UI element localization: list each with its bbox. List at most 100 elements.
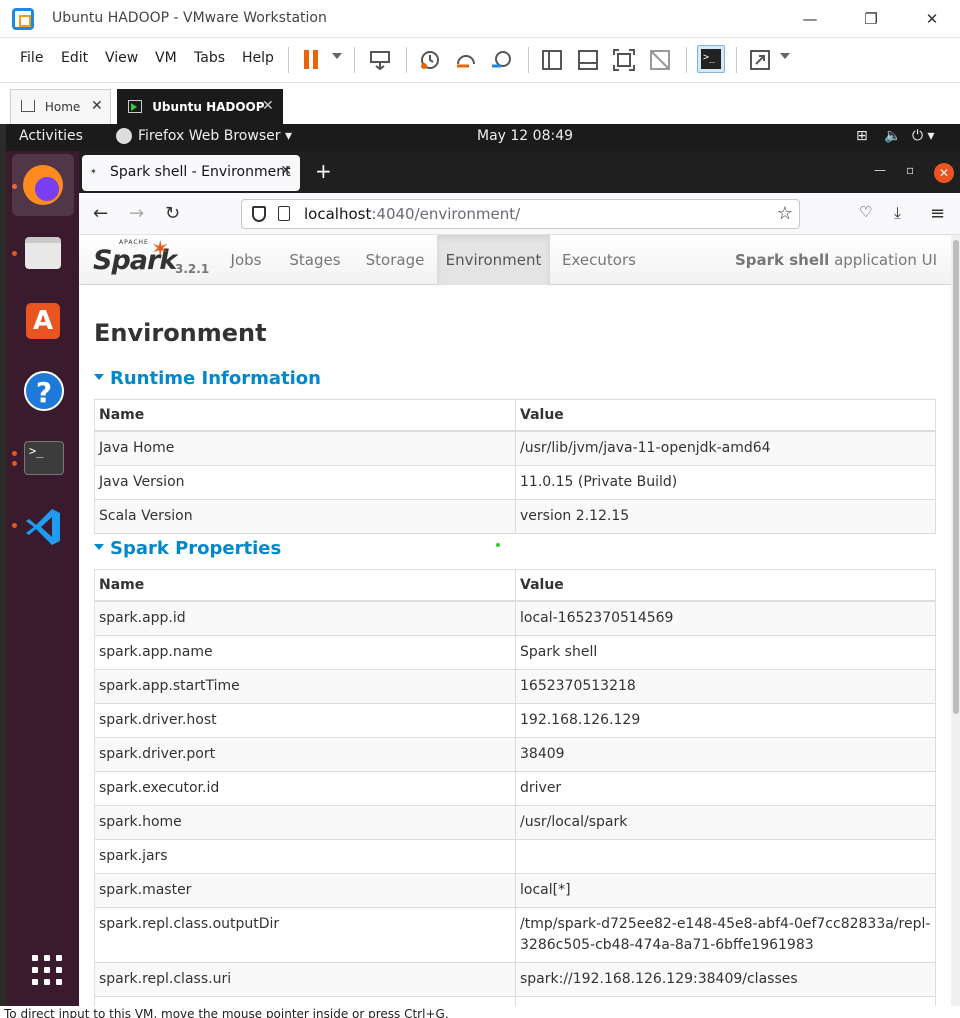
send-ctrl-alt-del-icon[interactable] (368, 48, 392, 72)
properties-section-toggle[interactable]: Spark Properties (94, 538, 281, 559)
table-row: spark.app.id local-1652370514569 (94, 600, 936, 636)
page-info-icon[interactable] (278, 206, 290, 221)
pause-icon[interactable] (300, 48, 324, 72)
app-menu[interactable]: Firefox Web Browser ▾ (138, 128, 292, 144)
stretch-dropdown-icon[interactable] (780, 53, 790, 59)
url-host: localhost (304, 205, 372, 223)
downloads-icon[interactable]: ⤓ (894, 203, 901, 223)
cell-value: Spark shell (515, 635, 936, 670)
console-view-button[interactable]: >_ (697, 45, 725, 73)
runtime-section-toggle[interactable]: Runtime Information (94, 368, 321, 389)
snapshot-icon[interactable] (418, 48, 442, 72)
browser-tab[interactable]: ✶ Spark shell - Environment ✕ (82, 155, 300, 191)
menu-tabs[interactable]: Tabs (194, 50, 225, 66)
vmware-titlebar: Ubuntu HADOOP - VMware Workstation — ❐ ✕ (0, 0, 960, 38)
menu-file[interactable]: File (20, 50, 43, 66)
unity-mode-icon[interactable] (648, 48, 672, 72)
show-applications-button[interactable] (12, 937, 74, 999)
minimize-icon[interactable]: — (796, 6, 824, 32)
menu-vm[interactable]: VM (155, 50, 177, 66)
cell-value: /tmp/spark-d725ee82-e148-45e8-abf4-0ef7c… (515, 907, 936, 963)
close-icon[interactable]: ✕ (918, 6, 946, 32)
dock-firefox[interactable] (12, 154, 74, 216)
cell-name: spark.app.startTime (94, 669, 516, 704)
cell-value: FIFO (515, 996, 936, 1006)
window-title: Ubuntu HADOOP - VMware Workstation (52, 10, 327, 26)
column-header-name[interactable]: Name (94, 399, 516, 432)
table-row: spark.app.startTime 1652370513218 (94, 669, 936, 704)
tab-close-icon[interactable]: ✕ (280, 163, 292, 179)
maximize-icon[interactable]: ❐ (857, 6, 885, 32)
back-icon[interactable]: ← (93, 203, 108, 224)
nav-jobs[interactable]: Jobs (215, 235, 277, 285)
bookmark-star-icon[interactable]: ☆ (777, 203, 793, 224)
column-header-value[interactable]: Value (515, 399, 936, 432)
app-grid-icon (32, 955, 62, 985)
full-screen-icon[interactable] (612, 48, 636, 72)
clock[interactable]: May 12 08:49 (477, 128, 573, 144)
activities-button[interactable]: Activities (19, 128, 83, 144)
cell-value: 11.0.15 (Private Build) (515, 465, 936, 500)
snapshot-manager-icon[interactable] (490, 48, 514, 72)
menu-edit[interactable]: Edit (61, 50, 88, 66)
tab-ubuntu-hadoop[interactable]: Ubuntu HADOOP ✕ (117, 89, 283, 125)
nav-stages[interactable]: Stages (281, 235, 349, 285)
revert-snapshot-icon[interactable] (454, 48, 478, 72)
cell-name: Scala Version (94, 499, 516, 534)
table-row: spark.master local[*] (94, 873, 936, 908)
cell-name: spark.app.id (94, 600, 516, 636)
nav-storage[interactable]: Storage (359, 235, 431, 285)
dock-software[interactable]: A (12, 291, 74, 353)
table-row: spark.driver.port 38409 (94, 737, 936, 772)
network-icon[interactable]: ⊞ (856, 128, 868, 144)
table-row: spark.repl.class.outputDir/tmp/spark-d72… (94, 907, 936, 963)
table-header: Name Value (94, 569, 936, 602)
tab-close-icon[interactable]: ✕ (91, 98, 103, 114)
nav-executors[interactable]: Executors (556, 235, 642, 285)
menu-icon[interactable]: ≡ (930, 203, 945, 224)
table-row: spark.app.name Spark shell (94, 635, 936, 670)
vmware-tabbar: Home ✕ Ubuntu HADOOP ✕ (0, 82, 960, 125)
dock-terminal[interactable]: >_ (12, 427, 74, 489)
menu-help[interactable]: Help (242, 50, 274, 66)
tab-close-icon[interactable]: ✕ (262, 98, 274, 114)
column-header-value[interactable]: Value (515, 569, 936, 602)
cell-value: 192.168.126.129 (515, 703, 936, 738)
minimize-icon[interactable]: — (874, 163, 886, 177)
power-icon[interactable]: ⏻ ▾ (912, 128, 935, 144)
spark-favicon-icon: ✶ (90, 167, 97, 176)
stretch-guest-icon[interactable] (748, 48, 772, 72)
collapse-caret-icon (94, 374, 104, 380)
cell-name: spark.driver.host (94, 703, 516, 738)
table-row: spark.home/usr/local/spark (94, 805, 936, 840)
pocket-icon[interactable]: ♡ (859, 203, 872, 221)
close-icon[interactable]: ✕ (934, 163, 954, 183)
dock-vscode[interactable] (12, 495, 74, 557)
dock-files[interactable] (12, 223, 74, 285)
forward-icon[interactable]: → (129, 203, 144, 224)
new-tab-icon[interactable]: + (315, 159, 332, 183)
column-header-name[interactable]: Name (94, 569, 516, 602)
reload-icon[interactable]: ↻ (165, 203, 180, 224)
table-row: spark.repl.class.uri spark://192.168.126.… (94, 962, 936, 997)
url-text[interactable]: localhost:4040/environment/ (304, 205, 520, 223)
table-row: spark.driver.host 192.168.126.129 (94, 703, 936, 738)
thumbnail-bar-icon[interactable] (576, 48, 600, 72)
tab-home[interactable]: Home ✕ (10, 89, 111, 125)
dock-help[interactable]: ? (12, 359, 74, 421)
nav-environment[interactable]: Environment (437, 235, 550, 285)
status-text: To direct input to this VM, move the mou… (4, 1007, 449, 1018)
firefox-icon (23, 165, 63, 205)
spark-navbar: APACHE Spark ✶ 3.2.1 Jobs Stages Storage… (79, 235, 951, 285)
tracking-shield-icon[interactable] (252, 206, 266, 222)
url-bar[interactable]: localhost:4040/environment/ ☆ (241, 199, 800, 229)
menu-view[interactable]: View (105, 50, 138, 66)
cell-value: 1652370513218 (515, 669, 936, 704)
pause-dropdown-icon[interactable] (332, 53, 342, 59)
table-row: spark.executor.id driver (94, 771, 936, 806)
app-suffix: application UI (834, 251, 937, 269)
volume-icon[interactable]: 🔈 (884, 128, 901, 144)
show-library-icon[interactable] (540, 48, 564, 72)
scrollbar-thumb[interactable] (953, 240, 959, 714)
restore-icon[interactable]: ▫ (906, 163, 914, 177)
